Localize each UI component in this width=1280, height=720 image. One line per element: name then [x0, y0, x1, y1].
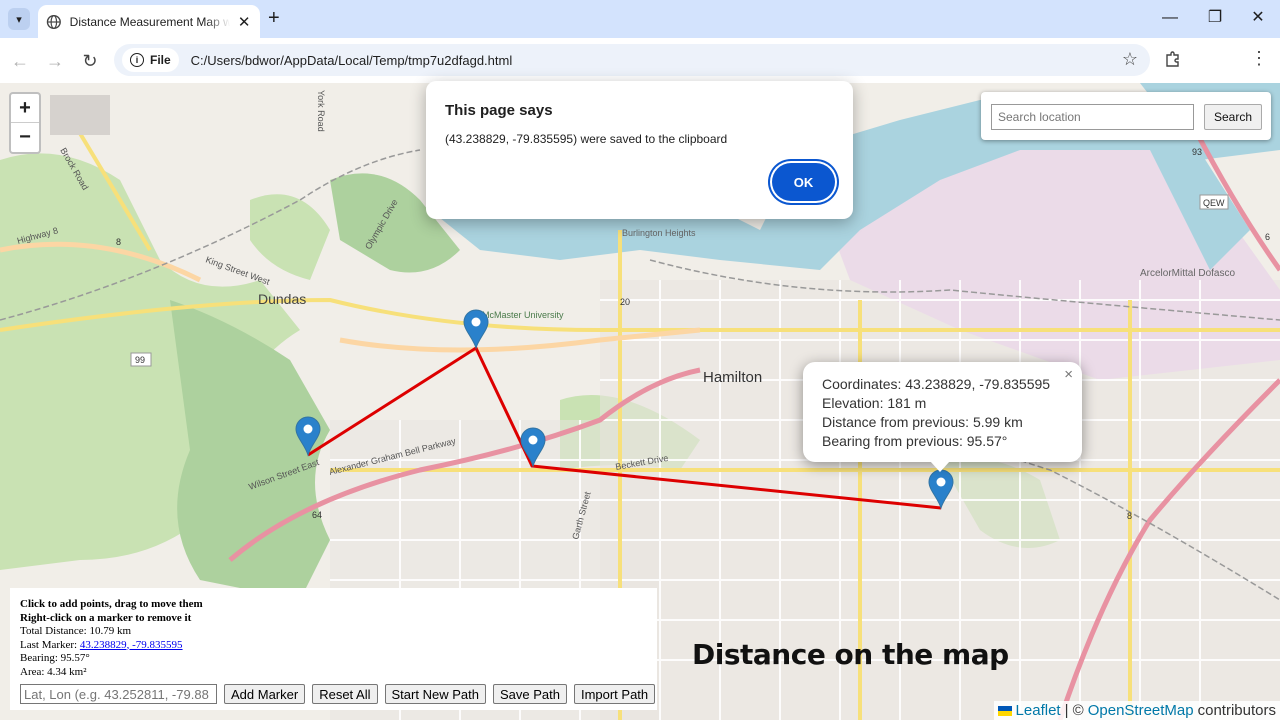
- globe-icon: [46, 14, 61, 29]
- add-marker-button[interactable]: Add Marker: [224, 684, 306, 704]
- route-shield-8: 8: [116, 237, 121, 247]
- location-search: Search location Search: [981, 92, 1271, 140]
- site-info-chip[interactable]: i File: [122, 48, 179, 72]
- address-bar[interactable]: i File C:/Users/bdwor/AppData/Local/Temp…: [114, 44, 1150, 76]
- route-shield-99: 99: [135, 355, 145, 365]
- save-path-button[interactable]: Save Path: [492, 684, 567, 704]
- alert-title: This page says: [445, 102, 553, 119]
- area: Area: 4.34 km²: [20, 665, 87, 678]
- route-shield-64: 64: [312, 510, 322, 520]
- measurement-panel: Click to add points, drag to move them R…: [10, 588, 657, 710]
- ukraine-flag-icon: [997, 705, 1012, 716]
- zoom-control: + −: [9, 92, 41, 154]
- map-attribution: Leaflet | © OpenStreetMap contributors: [993, 701, 1280, 720]
- info-icon: i: [130, 53, 144, 67]
- panel-controls: Lat, Lon (e.g. 43.252811, -79.88 Add Mar…: [20, 684, 656, 704]
- leaflet-link[interactable]: Leaflet: [1016, 702, 1061, 719]
- route-shield-6: 6: [1265, 232, 1270, 242]
- last-marker: Last Marker: 43.238829, -79.835595: [20, 639, 647, 653]
- forward-icon[interactable]: →: [43, 49, 67, 73]
- zoom-in-button[interactable]: +: [11, 94, 39, 123]
- star-icon[interactable]: ☆: [1122, 49, 1138, 70]
- browser-tab[interactable]: Distance Measurement Map wi ✕: [38, 5, 260, 38]
- coordinate-input[interactable]: Lat, Lon (e.g. 43.252811, -79.88: [20, 684, 217, 704]
- search-button[interactable]: Search: [1204, 104, 1262, 130]
- route-shield-93: 93: [1192, 147, 1202, 157]
- import-path-button[interactable]: Import Path: [573, 684, 656, 704]
- attribution-separator: | ©: [1064, 702, 1084, 719]
- popup-coordinates: Coordinates: 43.238829, -79.835595: [822, 376, 1051, 392]
- osm-link[interactable]: OpenStreetMap: [1088, 702, 1194, 719]
- attribution-contributors: contributors: [1197, 702, 1276, 719]
- extensions-icon[interactable]: [1164, 50, 1182, 68]
- route-shield-20: 20: [620, 297, 630, 307]
- popup-tip: [930, 461, 950, 472]
- tab-search-icon[interactable]: ▾: [8, 8, 30, 30]
- url-text[interactable]: C:/Users/bdwor/AppData/Local/Temp/tmp7u2…: [191, 53, 513, 68]
- last-marker-link[interactable]: 43.238829, -79.835595: [80, 639, 183, 651]
- search-input[interactable]: Search location: [991, 104, 1194, 130]
- maximize-icon[interactable]: ❐: [1205, 8, 1225, 28]
- reset-all-button[interactable]: Reset All: [312, 684, 378, 704]
- site-chip-label: File: [150, 53, 171, 67]
- alert-dialog: This page says (43.238829, -79.835595) w…: [426, 81, 853, 219]
- instruction-remove: Right-click on a marker to remove it: [20, 611, 192, 624]
- marker-popup: × Coordinates: 43.238829, -79.835595 Ele…: [803, 362, 1082, 462]
- route-shield-qew: QEW: [1203, 198, 1225, 208]
- video-caption: Distance on the map: [692, 638, 1009, 671]
- zoom-out-button[interactable]: −: [11, 123, 39, 152]
- tab-title: Distance Measurement Map wi: [69, 14, 231, 29]
- map-label-dundas: Dundas: [258, 291, 306, 307]
- popup-bearing: Bearing from previous: 95.57°: [822, 433, 1008, 449]
- total-distance: Total Distance: 10.79 km: [20, 625, 132, 637]
- instruction-add: Click to add points, drag to move them: [20, 598, 203, 610]
- close-icon[interactable]: ×: [1064, 366, 1073, 383]
- browser-toolbar: ← → ↻ i File C:/Users/bdwor/AppData/Loca…: [0, 38, 1280, 83]
- popup-distance: Distance from previous: 5.99 km: [822, 414, 1023, 430]
- popup-elevation: Elevation: 181 m: [822, 395, 927, 411]
- close-icon[interactable]: ✕: [236, 13, 252, 31]
- start-new-path-button[interactable]: Start New Path: [384, 684, 486, 704]
- bearing: Bearing: 95.57°: [20, 652, 90, 664]
- map-label-mcmaster: McMaster University: [482, 310, 564, 320]
- kebab-menu-icon[interactable]: ⋮: [1250, 48, 1268, 69]
- browser-window: ▾ Distance Measurement Map wi ✕ + — ❐ ✕ …: [0, 0, 1280, 720]
- map-label-hamilton: Hamilton: [703, 369, 762, 386]
- alert-message: (43.238829, -79.835595) were saved to th…: [445, 132, 728, 146]
- map-label-york: York Road: [316, 90, 326, 132]
- close-window-icon[interactable]: ✕: [1248, 8, 1268, 28]
- map-label-burlington-heights: Burlington Heights: [622, 228, 696, 238]
- ok-button[interactable]: OK: [772, 163, 835, 201]
- last-marker-label: Last Marker:: [20, 638, 78, 651]
- tab-strip: ▾ Distance Measurement Map wi ✕ + — ❐ ✕: [0, 0, 1280, 38]
- back-icon[interactable]: ←: [8, 49, 32, 73]
- plus-icon[interactable]: +: [268, 8, 280, 28]
- reload-icon[interactable]: ↻: [78, 49, 102, 73]
- map-label-arcelor: ArcelorMittal Dofasco: [1140, 268, 1235, 279]
- route-shield-8b: 8: [1127, 511, 1132, 521]
- minimize-icon[interactable]: —: [1160, 8, 1180, 28]
